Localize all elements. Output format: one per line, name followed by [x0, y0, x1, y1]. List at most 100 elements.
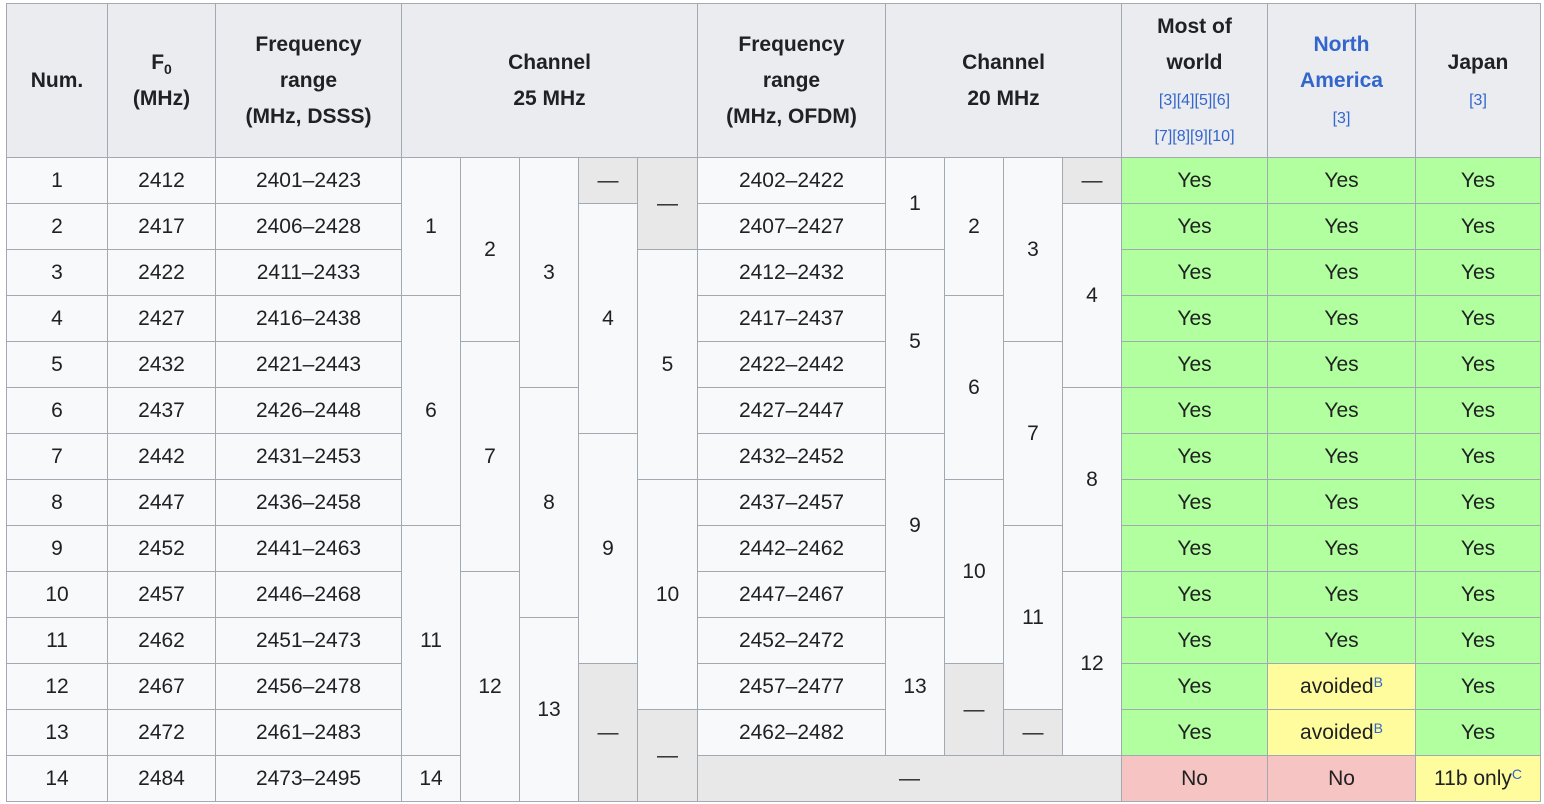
table-row: 6 2437 2426–2448 8 2427–2447 8 Yes Yes Y…: [6, 387, 1541, 618]
cell-num: 7: [6, 433, 108, 480]
cell-world: Yes: [1121, 157, 1268, 204]
header-freq-dsss-line1: Frequency: [255, 32, 362, 56]
ch25-col-e: —: [637, 157, 698, 250]
ch20-col-c: 11: [1003, 525, 1063, 710]
cell-japan: Yes: [1415, 433, 1541, 480]
ch20-col-c: 7: [1003, 341, 1063, 526]
cell-north-america: Yes: [1267, 249, 1416, 296]
cell-world: Yes: [1121, 341, 1268, 388]
cell-ofdm-range: 2447–2467: [697, 571, 886, 618]
ch20-col-b: 10: [944, 479, 1004, 664]
ch20-col-d: 4: [1062, 203, 1122, 388]
header-world-line1: Most of: [1157, 14, 1232, 38]
cell-ofdm-range: 2457–2477: [697, 663, 886, 710]
world-refs-link-2[interactable]: [7][8][9][10]: [1154, 128, 1234, 145]
footnote-link[interactable]: C: [1512, 766, 1522, 782]
header-channel-25: Channel 25 MHz: [401, 3, 698, 158]
ch25-col-d: 9: [578, 433, 638, 664]
cell-japan: Yes: [1415, 203, 1541, 250]
cell-ofdm-range: 2437–2457: [697, 479, 886, 526]
cell-north-america: Yes: [1267, 203, 1416, 250]
cell-dsss-range: 2446–2468: [215, 571, 402, 618]
cell-world: Yes: [1121, 525, 1268, 572]
cell-f0: 2422: [107, 249, 216, 296]
footnote-link[interactable]: B: [1374, 720, 1383, 736]
cell-ofdm-range: 2432–2452: [697, 433, 886, 480]
cell-north-america: avoidedB: [1267, 709, 1416, 756]
cell-num: 14: [6, 755, 108, 802]
cell-ofdm-range: 2417–2437: [697, 295, 886, 342]
cell-world: Yes: [1121, 203, 1268, 250]
cell-dsss-range: 2431–2453: [215, 433, 402, 480]
ch20-col-a: 13: [885, 617, 945, 756]
cell-world: No: [1121, 755, 1268, 802]
cell-japan: Yes: [1415, 387, 1541, 434]
avoided-label: avoided: [1300, 674, 1374, 698]
cell-f0: 2452: [107, 525, 216, 572]
cell-japan: Yes: [1415, 663, 1541, 710]
cell-num: 5: [6, 341, 108, 388]
cell-dsss-range: 2426–2448: [215, 387, 402, 434]
footnote-link[interactable]: B: [1374, 674, 1383, 690]
cell-f0: 2442: [107, 433, 216, 480]
north-america-ref-link[interactable]: [3]: [1333, 110, 1351, 127]
ch20-col-d: 12: [1062, 571, 1122, 756]
header-channel-20-line2: 20 MHz: [967, 86, 1040, 110]
cell-dsss-range: 2456–2478: [215, 663, 402, 710]
cell-dsss-range: 2406–2428: [215, 203, 402, 250]
cell-num: 12: [6, 663, 108, 710]
world-refs-link-1[interactable]: [3][4][5][6]: [1159, 92, 1230, 109]
cell-f0: 2457: [107, 571, 216, 618]
cell-dsss-range: 2401–2423: [215, 157, 402, 204]
table-row: 14 2484 2473–2495 14 — No No 11b onlyC: [6, 755, 1541, 802]
ch20-col-b: —: [944, 663, 1004, 756]
ch25-col-b: 7: [460, 341, 520, 572]
cell-japan: Yes: [1415, 341, 1541, 388]
ch25-col-c: 13: [519, 617, 579, 802]
header-f0: F0 (MHz): [107, 3, 216, 158]
cell-north-america: Yes: [1267, 479, 1416, 526]
header-channel-20: Channel 20 MHz: [885, 3, 1122, 158]
table-row: 1 2412 2401–2423 1 2 3 — — 2402–2422 1 2…: [6, 157, 1541, 388]
ch20-col-d: —: [1062, 157, 1122, 204]
cell-world: Yes: [1121, 663, 1268, 710]
cell-ofdm-range: 2452–2472: [697, 617, 886, 664]
cell-japan: Yes: [1415, 571, 1541, 618]
header-freq-ofdm-line3: (MHz, OFDM): [726, 104, 857, 128]
header-channel-25-line1: Channel: [508, 50, 591, 74]
north-america-link-line2[interactable]: America: [1300, 69, 1383, 92]
cell-ofdm-unavailable: —: [697, 755, 1122, 802]
cell-num: 13: [6, 709, 108, 756]
header-f0-label: F: [151, 50, 165, 74]
ch25-col-b: 12: [460, 571, 520, 802]
cell-north-america: avoidedB: [1267, 663, 1416, 710]
table-row: 10 2457 2446–2468 12 2447–2467 12 Yes Ye…: [6, 571, 1541, 802]
cell-num: 2: [6, 203, 108, 250]
header-freq-dsss-line2: range: [279, 68, 338, 92]
ch25-col-d: 4: [578, 203, 638, 434]
header-freq-dsss-line3: (MHz, DSSS): [245, 104, 372, 128]
header-num-label: Num.: [30, 68, 84, 92]
ch25-col-e: 5: [637, 249, 698, 480]
table-row: 13 2472 2461–2483 — 2462–2482 — Yes avoi…: [6, 709, 1541, 802]
cell-dsss-range: 2451–2473: [215, 617, 402, 664]
table-row: 5 2432 2421–2443 7 2422–2442 7 Yes Yes Y…: [6, 341, 1541, 572]
cell-num: 3: [6, 249, 108, 296]
table-row: 3 2422 2411–2433 5 2412–2432 5 Yes Yes Y…: [6, 249, 1541, 480]
cell-dsss-range: 2416–2438: [215, 295, 402, 342]
ch25-col-a: 1: [401, 157, 461, 296]
header-japan: Japan [3]: [1415, 3, 1541, 158]
cell-ofdm-range: 2462–2482: [697, 709, 886, 756]
north-america-link-line1[interactable]: North: [1314, 33, 1370, 56]
cell-f0: 2462: [107, 617, 216, 664]
avoided-label: avoided: [1300, 720, 1374, 744]
cell-num: 6: [6, 387, 108, 434]
cell-f0: 2417: [107, 203, 216, 250]
cell-japan: Yes: [1415, 525, 1541, 572]
cell-japan: Yes: [1415, 157, 1541, 204]
cell-num: 9: [6, 525, 108, 572]
ch20-col-a: 9: [885, 433, 945, 618]
header-most-of-world: Most of world [3][4][5][6] [7][8][9][10]: [1121, 3, 1268, 158]
cell-world: Yes: [1121, 709, 1268, 756]
japan-ref-link[interactable]: [3]: [1469, 92, 1487, 109]
